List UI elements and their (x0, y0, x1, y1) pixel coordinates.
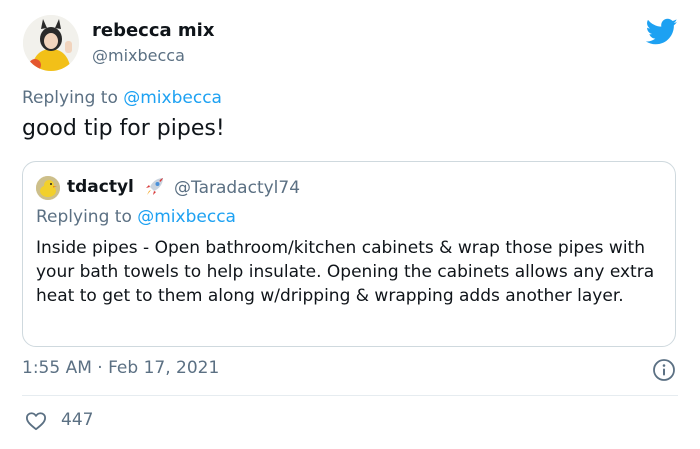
reply-to-link[interactable]: @mixbecca (123, 88, 222, 108)
author-avatar[interactable] (23, 15, 79, 71)
heart-icon[interactable] (25, 411, 47, 431)
quoted-tweet-text: Inside pipes - Open bathroom/kitchen cab… (36, 238, 655, 306)
quoted-author-handle[interactable]: @Taradactyl74 (174, 178, 300, 198)
quoted-reply-to-link[interactable]: @mixbecca (137, 207, 236, 227)
author-handle[interactable]: @mixbecca (92, 46, 185, 65)
quoted-tweet-card[interactable]: tdactyl @Taradactyl74 Replying to @mixbe… (22, 161, 676, 347)
quoted-author-avatar[interactable] (36, 176, 60, 200)
tweet-text: good tip for pipes! (22, 116, 225, 141)
divider (22, 395, 678, 396)
rocket-icon (143, 175, 167, 199)
author-name[interactable]: rebecca mix (92, 20, 214, 41)
quoted-reply-prefix: Replying to (36, 207, 138, 227)
reply-prefix: Replying to (22, 88, 124, 108)
info-icon[interactable] (652, 358, 676, 382)
quoted-author-name[interactable]: tdactyl (67, 177, 134, 197)
reply-context: Replying to @mixbecca (22, 88, 222, 108)
twitter-bird-icon[interactable] (645, 18, 678, 46)
tweet-timestamp[interactable]: 1:55 AM · Feb 17, 2021 (22, 358, 219, 378)
like-count[interactable]: 447 (61, 410, 93, 430)
quoted-reply-context: Replying to @mixbecca (36, 207, 236, 227)
